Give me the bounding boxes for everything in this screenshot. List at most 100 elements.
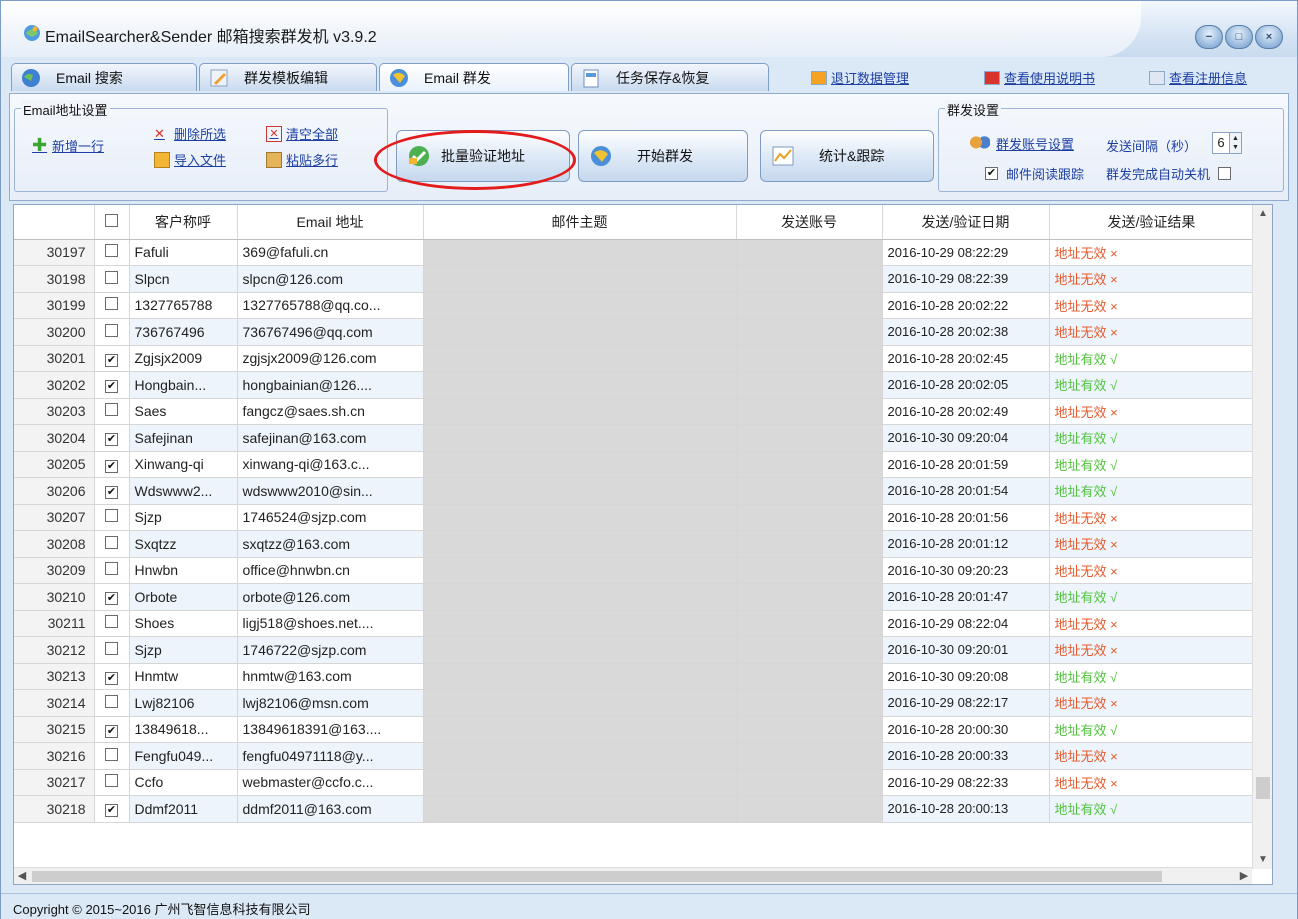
register-info-link[interactable]: 查看注册信息 (1149, 68, 1247, 87)
stats-track-button[interactable]: 统计&跟踪 (760, 130, 934, 182)
row-checkbox-cell[interactable]: ✔ (94, 583, 130, 611)
table-row[interactable]: 30197 Fafuli 369@fafuli.cn 2016-10-29 08:22… (14, 239, 1255, 266)
table-row[interactable]: 30199 1327765788 1327765788@qq.co... 2016-1… (14, 292, 1255, 319)
row-checkbox-cell[interactable] (94, 689, 130, 717)
scroll-left-icon[interactable]: ◀ (14, 868, 30, 885)
paste-rows-link[interactable]: 粘贴多行 (266, 150, 338, 169)
table-row[interactable]: 30201 ✔ Zgjsjx2009 zgjsjx2009@126.com 2016-1… (14, 345, 1255, 372)
header-result[interactable]: 发送/验证结果 (1049, 205, 1255, 240)
table-row[interactable]: 30205 ✔ Xinwang-qi xinwang-qi@163.c... 2016-… (14, 451, 1255, 478)
auto-shutdown-check[interactable] (1218, 167, 1232, 180)
scroll-up-icon[interactable]: ▲ (1253, 205, 1273, 223)
row-checkbox-cell[interactable] (94, 239, 130, 266)
row-checkbox-cell[interactable] (94, 318, 130, 346)
row-checkbox[interactable] (105, 641, 118, 655)
table-row[interactable]: 30215 ✔ 13849618... 13849618391@163.... 2016… (14, 716, 1255, 743)
row-checkbox[interactable] (105, 509, 118, 523)
row-checkbox[interactable] (105, 562, 118, 576)
add-row-link[interactable]: ✚ 新增一行 (32, 136, 104, 155)
table-row[interactable]: 30216 Fengfu049... fengfu04971118@y... 2016… (14, 742, 1255, 770)
tab-email-send[interactable]: Email 群发 (379, 63, 569, 91)
row-checkbox-cell[interactable]: ✔ (94, 795, 130, 823)
table-row[interactable]: 30209 Hnwbn office@hnwbn.cn 2016-10-30 09:2… (14, 557, 1255, 584)
row-checkbox[interactable] (105, 244, 118, 258)
row-checkbox-cell[interactable]: ✔ (94, 424, 130, 452)
scroll-thumb[interactable] (1256, 777, 1270, 799)
header-subject[interactable]: 邮件主题 (423, 205, 737, 240)
row-checkbox-cell[interactable] (94, 742, 130, 770)
row-checkbox[interactable]: ✔ (105, 804, 118, 818)
row-checkbox-cell[interactable] (94, 292, 130, 319)
table-row[interactable]: 30212 Sjzp 1746722@sjzp.com 2016-10-30 09:2… (14, 636, 1255, 664)
row-checkbox[interactable] (105, 747, 118, 761)
read-tracking-checkbox[interactable]: ✔ 邮件阅读跟踪 (985, 164, 1084, 183)
maximize-button[interactable]: □ (1225, 25, 1253, 49)
table-row[interactable]: 30206 ✔ Wdswww2... wdswww2010@sin... 2016-10… (14, 477, 1255, 505)
scroll-right-icon[interactable]: ▶ (1236, 868, 1252, 885)
delete-selected-link[interactable]: ✕ 删除所选 (154, 124, 226, 143)
select-all-checkbox[interactable] (105, 213, 118, 227)
table-row[interactable]: 30218 ✔ Ddmf2011 ddmf2011@163.com 2016-10-28… (14, 795, 1255, 823)
tab-task-save[interactable]: 任务保存&恢复 (571, 63, 769, 91)
hscroll-thumb[interactable] (32, 871, 1162, 882)
row-checkbox-cell[interactable] (94, 265, 130, 293)
header-name[interactable]: 客户称呼 (129, 205, 238, 240)
close-button[interactable]: × (1255, 25, 1283, 49)
table-row[interactable]: 30202 ✔ Hongbain... hongbainian@126.... 2016… (14, 371, 1255, 399)
row-checkbox-cell[interactable] (94, 636, 130, 664)
table-row[interactable]: 30208 Sxqtzz sxqtzz@163.com 2016-10-28 20:0… (14, 530, 1255, 558)
scroll-down-icon[interactable]: ▼ (1253, 851, 1273, 869)
row-checkbox[interactable] (105, 323, 118, 337)
table-row[interactable]: 30204 ✔ Safejinan safejinan@163.com 2016-10-… (14, 424, 1255, 452)
arrow-up-icon[interactable]: ▲ (1232, 134, 1239, 143)
row-checkbox-cell[interactable] (94, 504, 130, 531)
table-row[interactable]: 30214 Lwj82106 lwj82106@msn.com 2016-10-29 … (14, 689, 1255, 717)
header-account[interactable]: 发送账号 (736, 205, 883, 240)
row-checkbox-cell[interactable]: ✔ (94, 451, 130, 478)
import-file-link[interactable]: 导入文件 (154, 150, 226, 169)
table-row[interactable]: 30210 ✔ Orbote orbote@126.com 2016-10-28 20:… (14, 583, 1255, 611)
row-checkbox[interactable] (105, 270, 118, 284)
interval-value[interactable]: 6 (1212, 132, 1230, 154)
header-select-all[interactable] (94, 205, 130, 240)
row-checkbox[interactable] (105, 694, 118, 708)
row-checkbox[interactable] (105, 774, 118, 788)
horizontal-scrollbar[interactable]: ◀ ▶ (14, 867, 1252, 884)
table-row[interactable]: 30200 736767496 736767496@qq.com 2016-10-28… (14, 318, 1255, 346)
row-checkbox[interactable]: ✔ (105, 459, 118, 473)
arrow-down-icon[interactable]: ▼ (1232, 143, 1239, 152)
row-checkbox-cell[interactable]: ✔ (94, 477, 130, 505)
vertical-scrollbar[interactable]: ▲ ▼ (1252, 205, 1272, 869)
manual-link[interactable]: 查看使用说明书 (984, 68, 1095, 87)
row-checkbox-cell[interactable] (94, 769, 130, 796)
row-checkbox[interactable]: ✔ (105, 486, 118, 500)
row-checkbox-cell[interactable] (94, 530, 130, 558)
read-tracking-check[interactable]: ✔ (985, 167, 998, 180)
auto-shutdown-checkbox[interactable]: 群发完成自动关机 (1106, 164, 1232, 183)
table-row[interactable]: 30203 Saes fangcz@saes.sh.cn 2016-10-28 20:… (14, 398, 1255, 425)
start-send-button[interactable]: 开始群发 (578, 130, 748, 182)
account-settings-link[interactable]: 群发账号设置 (970, 134, 1074, 153)
row-checkbox[interactable] (105, 535, 118, 549)
row-checkbox-cell[interactable]: ✔ (94, 345, 130, 372)
row-checkbox-cell[interactable] (94, 610, 130, 637)
minimize-button[interactable]: − (1195, 25, 1223, 49)
table-row[interactable]: 30211 Shoes ligj518@shoes.net.... 2016-10-2… (14, 610, 1255, 637)
table-row[interactable]: 30217 Ccfo webmaster@ccfo.c... 2016-10-29 0… (14, 769, 1255, 796)
header-date[interactable]: 发送/验证日期 (882, 205, 1050, 240)
clear-all-link[interactable]: ✕ 清空全部 (266, 124, 338, 143)
title-bar[interactable]: EmailSearcher&Sender 邮箱搜索群发机 v3.9.2 − □ … (1, 1, 1297, 57)
tab-email-search[interactable]: Email 搜索 (11, 63, 197, 91)
table-row[interactable]: 30207 Sjzp 1746524@sjzp.com 2016-10-28 20:0… (14, 504, 1255, 531)
interval-stepper[interactable]: 6 ▲ ▼ (1212, 132, 1242, 154)
stepper-arrows[interactable]: ▲ ▼ (1230, 132, 1242, 154)
row-checkbox[interactable]: ✔ (105, 671, 118, 685)
table-row[interactable]: 30213 ✔ Hnmtw hnmtw@163.com 2016-10-30 09:20… (14, 663, 1255, 690)
row-checkbox[interactable] (105, 615, 118, 629)
row-checkbox[interactable]: ✔ (105, 724, 118, 738)
row-checkbox[interactable] (105, 297, 118, 311)
header-email[interactable]: Email 地址 (237, 205, 424, 240)
row-checkbox[interactable]: ✔ (105, 380, 118, 394)
row-checkbox-cell[interactable]: ✔ (94, 716, 130, 743)
row-checkbox-cell[interactable]: ✔ (94, 663, 130, 690)
